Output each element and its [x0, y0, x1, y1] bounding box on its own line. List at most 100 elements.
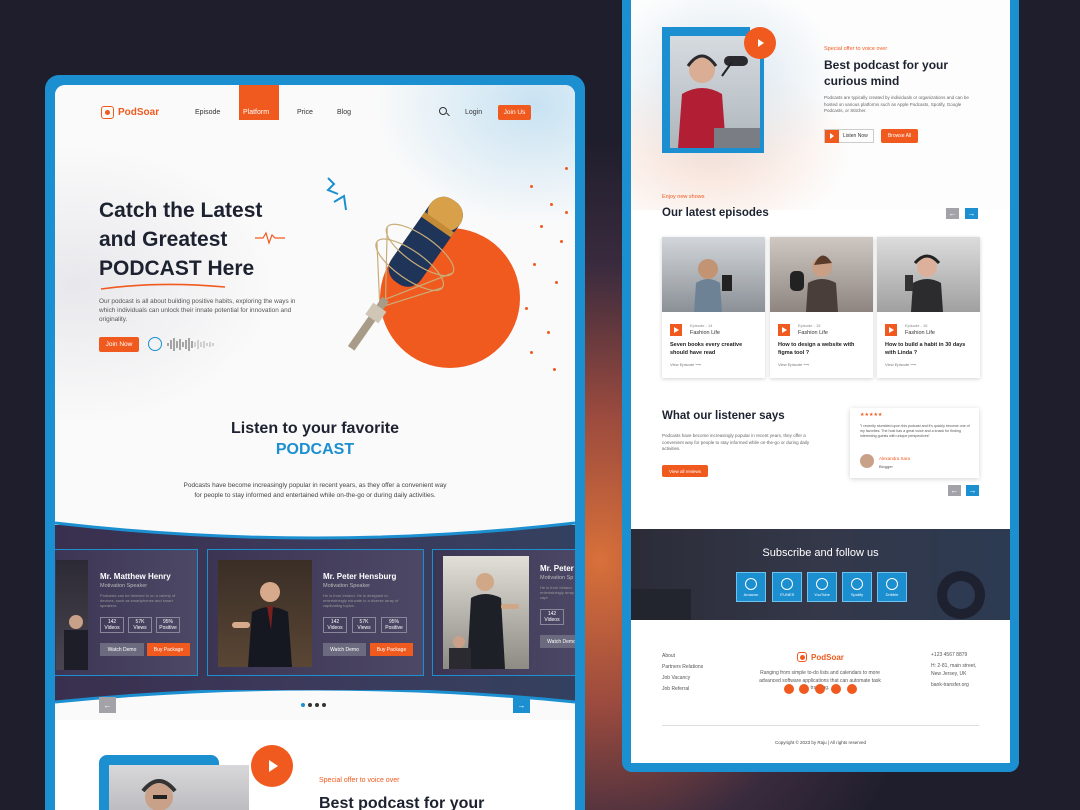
nav-blog[interactable]: Blog	[337, 109, 351, 116]
podcast-logo-icon	[797, 652, 807, 662]
episodes-prev-button[interactable]: ←	[946, 208, 959, 219]
episode-play-icon-1[interactable]	[670, 324, 682, 336]
episode-card-2[interactable]: Episode - 15 Fashion Life How to design …	[770, 237, 873, 378]
episode-category-2: Fashion Life	[798, 330, 828, 336]
listen-title-accent: PODCAST	[275, 441, 355, 458]
footer-link-jobs[interactable]: Job Vacancy	[662, 675, 690, 681]
episode-title-1[interactable]: Seven books every creative should have r…	[670, 342, 760, 357]
join-us-button[interactable]: Join Us	[498, 105, 531, 120]
buy-package-button-2[interactable]: Buy Package	[370, 643, 413, 656]
episode-card-1[interactable]: Episode - 14 Fashion Life Seven books ev…	[662, 237, 765, 378]
carousel-bottom-curve	[55, 690, 575, 720]
watch-demo-button-1[interactable]: Watch Demo	[100, 643, 144, 656]
amazon-icon	[745, 578, 757, 590]
episode-card-3[interactable]: Episode - 16 Fashion Life How to build a…	[877, 237, 980, 378]
speaker-role-3: Motivation Sp	[540, 575, 574, 581]
view-all-reviews-button[interactable]: View all reviews	[662, 465, 708, 477]
offer-play-button[interactable]	[744, 27, 776, 59]
view-episode-link-1[interactable]: View Episode ⟶	[670, 362, 701, 367]
speaker-card-2[interactable]: Mr. Peter Hensburg Motivation Speaker He…	[207, 549, 424, 676]
offer-tag: Special offer to voice over	[824, 46, 888, 52]
episodes-tag: Enjoy new shows	[662, 194, 705, 200]
view-episode-link-2[interactable]: View Episode ⟶	[778, 362, 809, 367]
footer-link-partners[interactable]: Partners Relations	[662, 664, 703, 670]
play-audio-icon[interactable]	[148, 337, 162, 351]
footer-brand[interactable]: PodSoar	[797, 652, 844, 662]
itunes-button[interactable]: ITUNES	[772, 572, 802, 602]
speaker-desc-1: Podcasts can be listened to on a variety…	[100, 593, 176, 608]
hero-line-1: Catch the Latest	[99, 199, 263, 222]
linkedin-icon[interactable]	[831, 684, 841, 694]
listen-description: Podcasts have become increasingly popula…	[183, 482, 447, 499]
reviews-description: Podcasts have become increasingly popula…	[662, 433, 810, 451]
itunes-icon	[781, 578, 793, 590]
stat-positive-2: 95% Positive	[381, 617, 407, 633]
footer-link-referral[interactable]: Job Referral	[662, 686, 689, 692]
episode-number-3: Episode - 16	[905, 323, 928, 328]
stat-views-2: 57K Views	[352, 617, 376, 633]
pinterest-icon[interactable]	[847, 684, 857, 694]
episode-title-2[interactable]: How to design a website with figma tool …	[778, 342, 868, 357]
microphone-illustration	[326, 177, 463, 351]
episode-title-3[interactable]: How to build a habit in 30 days with Lin…	[885, 342, 975, 357]
join-now-button[interactable]: Join Now	[99, 337, 139, 352]
episode-image-3	[877, 237, 980, 312]
episode-play-icon-2[interactable]	[778, 324, 790, 336]
buy-package-button-1[interactable]: Buy Package	[147, 643, 190, 656]
speaker-name-3: Mr. Peter	[540, 564, 574, 573]
speaker-photo-3	[443, 556, 529, 669]
reviews-prev-button[interactable]: ←	[948, 485, 961, 496]
episode-play-icon-3[interactable]	[885, 324, 897, 336]
carousel-dots[interactable]	[301, 703, 326, 707]
subscribe-title: Subscribe and follow us	[762, 547, 879, 559]
listen-now-button[interactable]: Listen Now	[824, 129, 874, 143]
offer-title-2: curious mind	[824, 74, 900, 88]
watch-demo-button-2[interactable]: Watch Demo	[323, 643, 366, 656]
nav-episode[interactable]: Episode	[195, 109, 220, 116]
episodes-next-button[interactable]: →	[965, 208, 978, 219]
footer-link-about[interactable]: About	[662, 653, 675, 659]
speaker-card-3[interactable]: Mr. Peter Motivation Sp He is from Irela…	[432, 549, 575, 676]
review-card: ★★★★★ "I recently stumbled upon this pod…	[850, 408, 979, 478]
dribbble-icon	[886, 578, 898, 590]
speaker-card-1[interactable]: Mr. Matthew Henry Motivation Speaker Pod…	[55, 549, 198, 676]
footer-email[interactable]: bank-transfer.org	[931, 682, 969, 688]
login-link[interactable]: Login	[465, 109, 482, 116]
instagram-icon[interactable]	[815, 684, 825, 694]
carousel-prev-button[interactable]: ←	[99, 697, 116, 713]
stat-views-1: 57K Views	[128, 617, 152, 633]
offer-photo	[109, 765, 249, 810]
reviewer-avatar	[860, 454, 874, 468]
nav-platform[interactable]: Platform	[243, 109, 269, 116]
hero-description: Our podcast is all about building positi…	[99, 298, 296, 323]
offer-play-button[interactable]	[251, 745, 293, 787]
carousel-next-button[interactable]: →	[513, 697, 530, 713]
stat-videos-1: 142 Videos	[100, 617, 124, 633]
audio-waveform	[167, 338, 214, 351]
watch-demo-button-3[interactable]: Watch Demo	[540, 635, 575, 648]
brand-name: PodSoar	[118, 107, 160, 118]
sound-wave-icon	[255, 231, 285, 245]
brand-logo[interactable]: PodSoar	[101, 106, 159, 119]
offer-tag: Special offer to voice over	[319, 777, 400, 784]
speaker-name-2: Mr. Peter Hensburg	[323, 572, 397, 581]
amazon-button[interactable]: Amazon	[736, 572, 766, 602]
dribbble-button[interactable]: Dribble	[877, 572, 907, 602]
facebook-icon[interactable]	[784, 684, 794, 694]
hero-line-3: PODCAST Here	[99, 257, 255, 280]
nav-price[interactable]: Price	[297, 109, 313, 116]
youtube-button[interactable]: YouTube	[807, 572, 837, 602]
episode-category-1: Fashion Life	[690, 330, 720, 336]
browse-all-button[interactable]: Browse All	[881, 129, 918, 143]
reviews-next-button[interactable]: →	[966, 485, 979, 496]
reviewer-role: Blogger	[879, 464, 893, 469]
play-icon	[825, 129, 839, 143]
podcast-logo-icon	[101, 106, 114, 119]
speaker-desc-3: He is from Ireland. entertainingly array…	[540, 585, 575, 600]
episode-number-1: Episode - 14	[690, 323, 713, 328]
twitter-icon[interactable]	[799, 684, 809, 694]
listen-title: Listen to your favorite	[230, 420, 400, 437]
offer-description: Podcasts are typically created by indivi…	[824, 95, 969, 113]
spotify-button[interactable]: Spotify	[842, 572, 872, 602]
view-episode-link-3[interactable]: View Episode ⟶	[885, 362, 916, 367]
